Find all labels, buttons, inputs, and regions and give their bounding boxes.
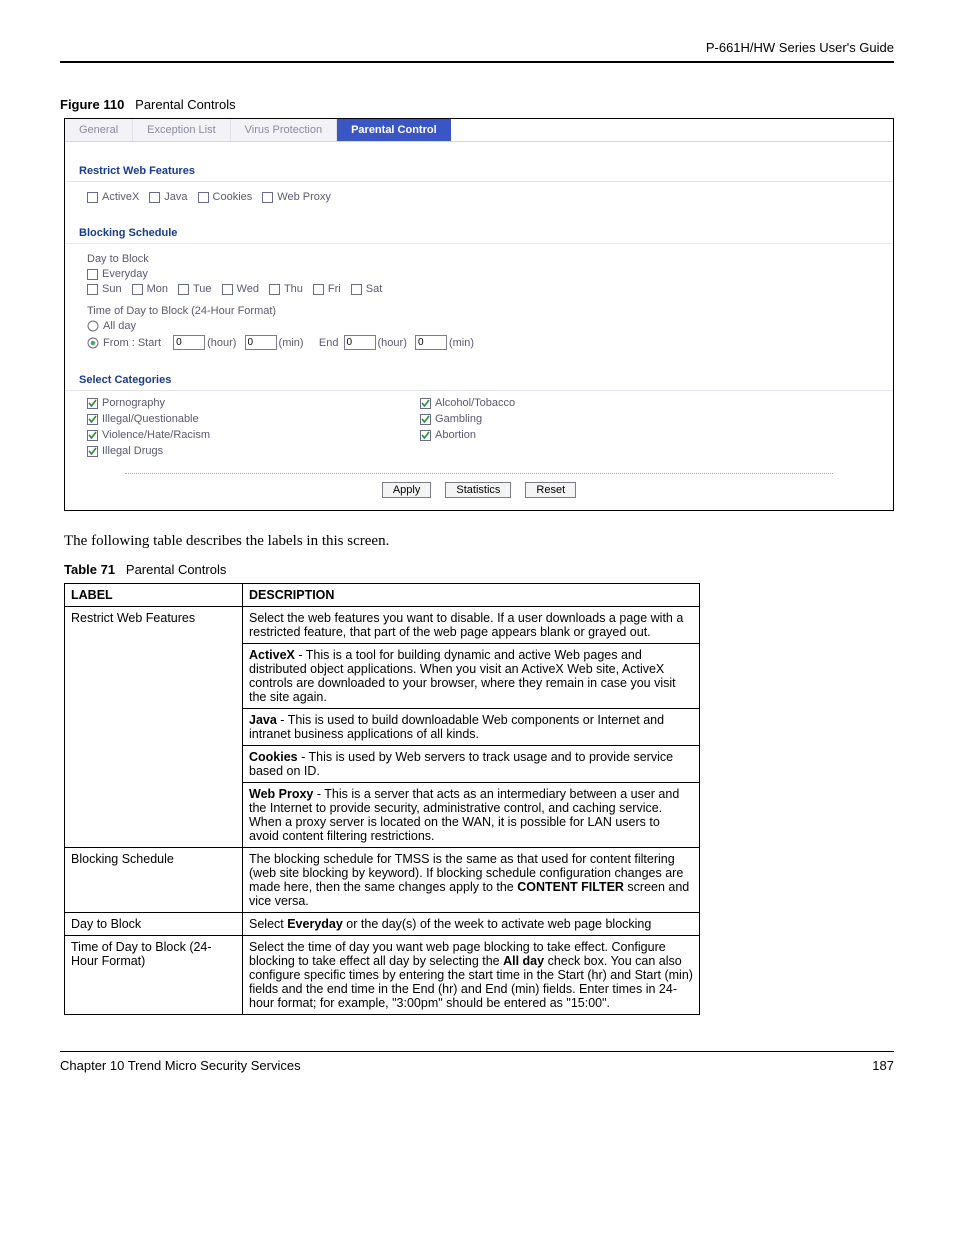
checkbox-sat[interactable]: Sat	[351, 283, 383, 295]
intro-text: The following table describes the labels…	[64, 533, 894, 550]
tab-general[interactable]: General	[65, 119, 133, 141]
table-row: Blocking Schedule The blocking schedule …	[65, 848, 700, 913]
checkbox-tue[interactable]: Tue	[178, 283, 212, 295]
table-title: Parental Controls	[126, 562, 226, 577]
checkbox-fri[interactable]: Fri	[313, 283, 341, 295]
label-end: End	[319, 337, 339, 349]
radio-all-day[interactable]: All day	[87, 320, 136, 332]
apply-button[interactable]: Apply	[382, 482, 432, 498]
footer-page-number: 187	[872, 1058, 894, 1073]
checkbox-sun[interactable]: Sun	[87, 283, 122, 295]
cell-label: Restrict Web Features	[65, 607, 243, 848]
checkbox-webproxy[interactable]: Web Proxy	[262, 191, 331, 203]
label-cookies: Cookies	[213, 191, 253, 203]
tab-virus-protection[interactable]: Virus Protection	[231, 119, 337, 141]
tab-exception-list[interactable]: Exception List	[133, 119, 230, 141]
cell-label: Blocking Schedule	[65, 848, 243, 913]
cell-label: Day to Block	[65, 913, 243, 936]
checkbox-activex[interactable]: ActiveX	[87, 191, 139, 203]
checkbox-java[interactable]: Java	[149, 191, 187, 203]
label-time-of-day: Time of Day to Block (24-Hour Format)	[87, 305, 871, 317]
table-header-row: LABEL DESCRIPTION	[65, 584, 700, 607]
table-row: Restrict Web Features Select the web fea…	[65, 607, 700, 644]
label-hour: (hour)	[378, 337, 407, 349]
checkbox-thu[interactable]: Thu	[269, 283, 303, 295]
checkbox-illegal-questionable[interactable]: Illegal/Questionable	[87, 413, 210, 425]
table-row: Time of Day to Block (24-Hour Format) Se…	[65, 936, 700, 1015]
button-row: Apply Statistics Reset	[125, 473, 833, 510]
checkbox-abortion[interactable]: Abortion	[420, 429, 515, 441]
figure-caption: Figure 110 Parental Controls	[60, 97, 894, 112]
statistics-button[interactable]: Statistics	[445, 482, 511, 498]
header-guide-title: P-661H/HW Series User's Guide	[60, 40, 894, 63]
label-java: Java	[164, 191, 187, 203]
input-end-hour[interactable]	[344, 335, 376, 350]
checkbox-alcohol-tobacco[interactable]: Alcohol/Tobacco	[420, 397, 515, 409]
checkbox-wed[interactable]: Wed	[222, 283, 259, 295]
label-day-to-block: Day to Block	[87, 253, 871, 265]
checkbox-everyday[interactable]: Everyday	[87, 268, 148, 280]
tab-bar: General Exception List Virus Protection …	[65, 119, 893, 142]
cell-desc: Select the time of day you want web page…	[243, 936, 700, 1015]
section-blocking-schedule: Blocking Schedule	[65, 222, 893, 244]
cell-desc: The blocking schedule for TMSS is the sa…	[243, 848, 700, 913]
reset-button[interactable]: Reset	[525, 482, 576, 498]
section-restrict-web-features: Restrict Web Features	[65, 160, 893, 182]
checkbox-pornography[interactable]: Pornography	[87, 397, 210, 409]
checkbox-mon[interactable]: Mon	[132, 283, 168, 295]
label-min: (min)	[279, 337, 304, 349]
label-webproxy: Web Proxy	[277, 191, 331, 203]
cell-desc: Select Everyday or the day(s) of the wee…	[243, 913, 700, 936]
checkbox-illegal-drugs[interactable]: Illegal Drugs	[87, 445, 210, 457]
radio-from[interactable]: From : Start	[87, 337, 161, 349]
table-number: Table 71	[64, 562, 115, 577]
th-label: LABEL	[65, 584, 243, 607]
cell-desc: Cookies - This is used by Web servers to…	[243, 746, 700, 783]
table-caption: Table 71 Parental Controls	[64, 562, 894, 577]
label-from-start: From : Start	[103, 337, 161, 349]
cell-desc: ActiveX - This is a tool for building dy…	[243, 644, 700, 709]
input-start-min[interactable]	[245, 335, 277, 350]
checkbox-gambling[interactable]: Gambling	[420, 413, 515, 425]
checkbox-cookies[interactable]: Cookies	[198, 191, 253, 203]
cell-desc: Web Proxy - This is a server that acts a…	[243, 783, 700, 848]
input-start-hour[interactable]	[173, 335, 205, 350]
footer-chapter: Chapter 10 Trend Micro Security Services	[60, 1058, 301, 1073]
label-min: (min)	[449, 337, 474, 349]
figure-title: Parental Controls	[135, 97, 235, 112]
description-table: LABEL DESCRIPTION Restrict Web Features …	[64, 583, 700, 1015]
cell-desc: Select the web features you want to disa…	[243, 607, 700, 644]
section-select-categories: Select Categories	[65, 369, 893, 391]
label-all-day: All day	[103, 320, 136, 332]
tab-parental-control[interactable]: Parental Control	[337, 119, 451, 141]
page-footer: Chapter 10 Trend Micro Security Services…	[60, 1051, 894, 1073]
cell-label: Time of Day to Block (24-Hour Format)	[65, 936, 243, 1015]
th-description: DESCRIPTION	[243, 584, 700, 607]
label-activex: ActiveX	[102, 191, 139, 203]
cell-desc: Java - This is used to build downloadabl…	[243, 709, 700, 746]
checkbox-violence[interactable]: Violence/Hate/Racism	[87, 429, 210, 441]
figure-number: Figure 110	[60, 97, 124, 112]
label-hour: (hour)	[207, 337, 236, 349]
table-row: Day to Block Select Everyday or the day(…	[65, 913, 700, 936]
parental-control-panel: General Exception List Virus Protection …	[64, 118, 894, 511]
label-everyday: Everyday	[102, 268, 148, 280]
input-end-min[interactable]	[415, 335, 447, 350]
